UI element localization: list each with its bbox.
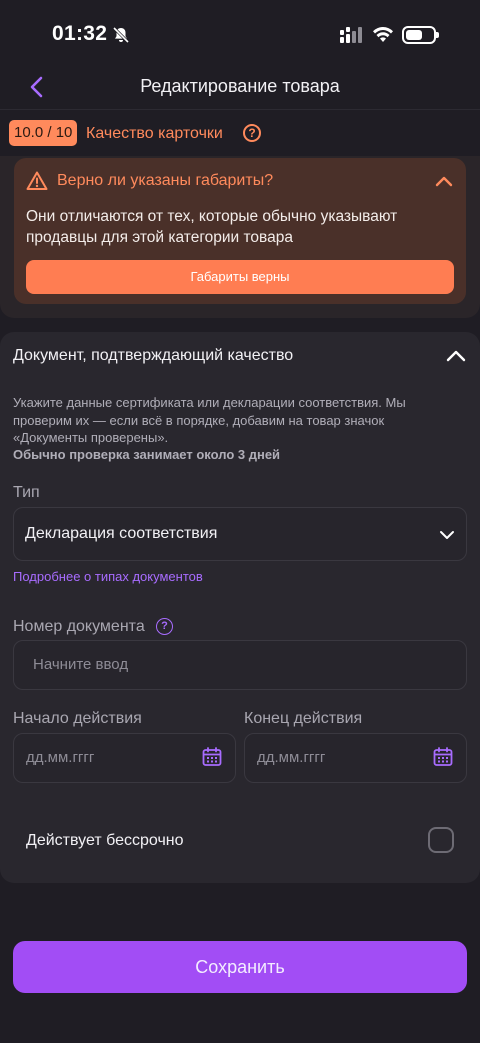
warning-text: Они отличаются от тех, которые обычно ук… [26,208,398,246]
help-icon[interactable]: ? [243,124,261,142]
document-types-link[interactable]: Подробнее о типах документов [13,569,203,584]
dimensions-correct-button[interactable]: Габариты верны [26,260,454,294]
document-type-value: Декларация соответствия [25,525,218,542]
dimensions-warning-section: Верно ли указаны габариты? Они отличаютс… [0,156,480,318]
calendar-icon[interactable] [432,746,454,768]
end-date-input[interactable]: дд.мм.гггг [244,733,467,783]
battery-icon [402,26,439,44]
warning-triangle-icon [26,171,48,190]
quality-document-section: Документ, подтверждающий качество Укажит… [0,332,480,883]
dimensions-warning-card: Верно ли указаны габариты? Они отличаютс… [14,158,466,304]
card-quality-row: 10.0 / 10 Качество карточки ? [0,116,480,152]
page-title: Редактирование товара [140,76,340,96]
perpetual-checkbox[interactable] [428,827,454,853]
calendar-icon[interactable] [201,746,223,768]
signal-icon [340,27,362,43]
end-date-label: Конец действия [244,710,363,727]
document-type-select[interactable]: Декларация соответствия [13,507,467,561]
start-date-placeholder: дд.мм.гггг [26,749,95,766]
review-time-note: Обычно проверка занимает около 3 дней [13,447,281,462]
perpetual-label: Действует бессрочно [26,832,184,849]
quality-score-badge: 10.0 / 10 [9,120,78,146]
end-date-placeholder: дд.мм.гггг [257,749,326,766]
top-nav-bar: Редактирование товара [0,64,480,110]
quality-label[interactable]: Качество карточки [86,125,223,143]
chevron-down-icon [440,531,454,539]
document-number-input[interactable]: Начните ввод [13,640,467,690]
warning-title: Верно ли указаны габариты? [57,172,274,189]
type-label: Тип [13,484,40,501]
edit-product-screen: 01:32 Редактирование товара 10.0 / 10 Ка… [0,0,480,1043]
section-description: Укажите данные сертификата или деклараци… [13,395,406,445]
document-number-label: Номер документа [13,618,145,635]
start-date-input[interactable]: дд.мм.гггг [13,733,236,783]
status-time: 01:32 [52,22,108,45]
status-bar: 01:32 [0,0,480,70]
save-button[interactable]: Сохранить [13,941,467,993]
wifi-icon [373,26,393,42]
document-number-placeholder: Начните ввод [33,656,129,673]
section-title: Документ, подтверждающий качество [13,347,294,364]
start-date-label: Начало действия [13,710,142,727]
bell-muted-icon [112,26,130,44]
chevron-up-icon[interactable] [434,172,454,192]
help-icon[interactable]: ? [156,618,173,635]
chevron-up-icon[interactable] [444,344,468,368]
